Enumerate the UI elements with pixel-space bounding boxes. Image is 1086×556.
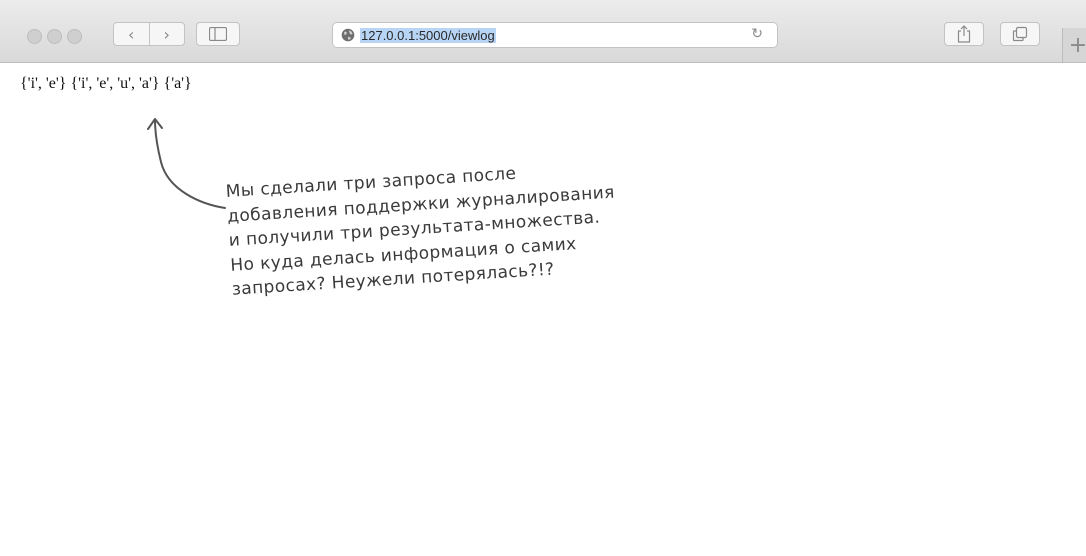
- navigation-buttons: ‹ ›: [113, 22, 185, 46]
- plus-icon: +: [1068, 32, 1086, 58]
- sidebar-icon: [209, 27, 227, 41]
- browser-toolbar: ‹ › 127.0.0.1:5000/viewlog ↻ +: [0, 0, 1086, 63]
- sidebar-toggle-button[interactable]: [196, 22, 240, 46]
- url-text: 127.0.0.1:5000/viewlog: [360, 28, 496, 43]
- tabs-icon: [1012, 26, 1028, 42]
- share-icon: [957, 25, 971, 43]
- chevron-left-icon: ‹: [128, 24, 135, 44]
- page-output-text: {'i', 'e'} {'i', 'e', 'u', 'a'} {'a'}: [20, 75, 192, 92]
- new-tab-button[interactable]: +: [1062, 28, 1086, 62]
- tabs-overview-button[interactable]: [1000, 22, 1040, 46]
- minimize-window-button[interactable]: [47, 29, 62, 44]
- globe-icon: [341, 28, 355, 42]
- handwritten-annotation: Мы сделали три запроса после добавления …: [225, 145, 792, 302]
- close-window-button[interactable]: [27, 29, 42, 44]
- back-button[interactable]: ‹: [114, 23, 149, 45]
- share-button[interactable]: [944, 22, 984, 46]
- zoom-window-button[interactable]: [67, 29, 82, 44]
- annotation-arrow: [147, 118, 226, 209]
- chevron-right-icon: ›: [163, 24, 170, 44]
- address-bar[interactable]: 127.0.0.1:5000/viewlog ↻: [332, 22, 778, 48]
- reload-icon[interactable]: ↻: [751, 26, 763, 42]
- forward-button[interactable]: ›: [148, 23, 185, 45]
